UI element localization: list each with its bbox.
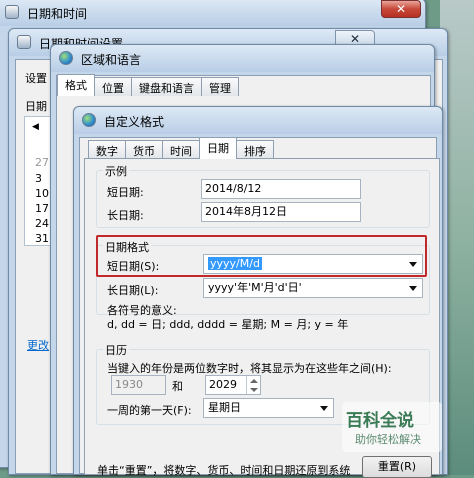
long-date-format-combo[interactable]: yyyy'年'M'月'd'日' [203, 278, 423, 298]
reset-instructions-text: 单击“重置”，将数字、货币、时间和日期还原到系统 [97, 464, 351, 477]
close-button[interactable]: ✕ [381, 0, 421, 18]
watermark-title: 百科全说 [346, 411, 414, 431]
to-year-value[interactable]: 2029 [209, 378, 237, 391]
tab-sort[interactable]: 排序 [236, 140, 274, 159]
first-day-of-week-label: 一周的第一天(F): [107, 404, 192, 417]
example-long-date-label: 长日期: [107, 209, 144, 222]
from-year-value: 1930 [115, 378, 143, 391]
clock-icon [5, 5, 19, 19]
example-group-label: 示例 [103, 163, 129, 179]
globe-icon [82, 113, 96, 127]
region-language-titlebar[interactable]: 区域和语言 [51, 45, 434, 72]
tab-formats[interactable]: 格式 [57, 74, 95, 96]
tab-location[interactable]: 位置 [94, 77, 132, 96]
first-day-of-week-value[interactable]: 星期日 [208, 401, 241, 414]
globe-icon [59, 51, 73, 65]
calendar-prev-button[interactable]: ◀ [32, 122, 39, 132]
customize-format-title: 自定义格式 [104, 115, 165, 129]
customize-tabs: 数字 货币 时间 日期 排序 [88, 137, 274, 159]
to-year-stepper[interactable]: 2029 [205, 375, 261, 395]
and-label: 和 [172, 380, 183, 393]
chevron-down-icon[interactable] [320, 406, 328, 411]
region-language-title: 区域和语言 [81, 53, 142, 67]
calendar-day[interactable]: 27 [35, 156, 49, 169]
example-short-date-value: 2014/8/12 [201, 179, 361, 199]
tab-numbers[interactable]: 数字 [88, 140, 126, 159]
date-label: 日期 [25, 100, 47, 113]
calendar-day[interactable]: 17 [35, 202, 49, 215]
long-date-format-label: 长日期(L): [107, 284, 159, 297]
tab-date[interactable]: 日期 [199, 137, 237, 159]
settings-label: 设置 [25, 72, 47, 85]
calendar-day[interactable]: 24 [35, 217, 49, 230]
highlight-annotation-box [96, 235, 427, 277]
tab-time[interactable]: 时间 [162, 140, 200, 159]
watermark-subtitle: 助你轻松解决 [355, 433, 421, 446]
change-calendar-link[interactable]: 更改 [27, 337, 49, 353]
example-short-date-label: 短日期: [107, 186, 144, 199]
calendar-day[interactable]: 10 [35, 187, 49, 200]
long-date-format-value[interactable]: yyyy'年'M'月'd'日' [208, 281, 302, 294]
chevron-down-icon[interactable] [409, 286, 417, 291]
clock-icon [17, 35, 31, 49]
calendar-day[interactable]: 31 [35, 232, 49, 245]
calendar-day[interactable]: 3 [35, 172, 42, 185]
customize-format-titlebar[interactable]: 自定义格式 [74, 107, 442, 134]
reset-button-label[interactable]: 重置(R) [378, 460, 416, 473]
from-year-field: 1930 [111, 375, 166, 395]
symbols-text: d, dd = 日; ddd, dddd = 星期; M = 月; y = 年 [107, 318, 349, 331]
first-day-of-week-combo[interactable]: 星期日 [203, 398, 334, 418]
datetime-window-title: 日期和时间 [27, 7, 88, 21]
spinner-arrows-icon[interactable] [246, 376, 260, 394]
tab-keyboards[interactable]: 键盘和语言 [131, 77, 202, 96]
tab-currency[interactable]: 货币 [125, 140, 163, 159]
calendar-group-label: 日历 [103, 342, 129, 358]
region-tabs: 格式 位置 键盘和语言 管理 [57, 74, 239, 96]
datetime-titlebar[interactable]: 日期和时间 ✕ [0, 0, 425, 26]
example-long-date-value: 2014年8月12日 [201, 202, 361, 222]
tab-administrative[interactable]: 管理 [201, 77, 239, 96]
two-digit-year-label: 当键入的年份是两位数字时，将其显示为在这些年之间(H): [107, 362, 392, 375]
